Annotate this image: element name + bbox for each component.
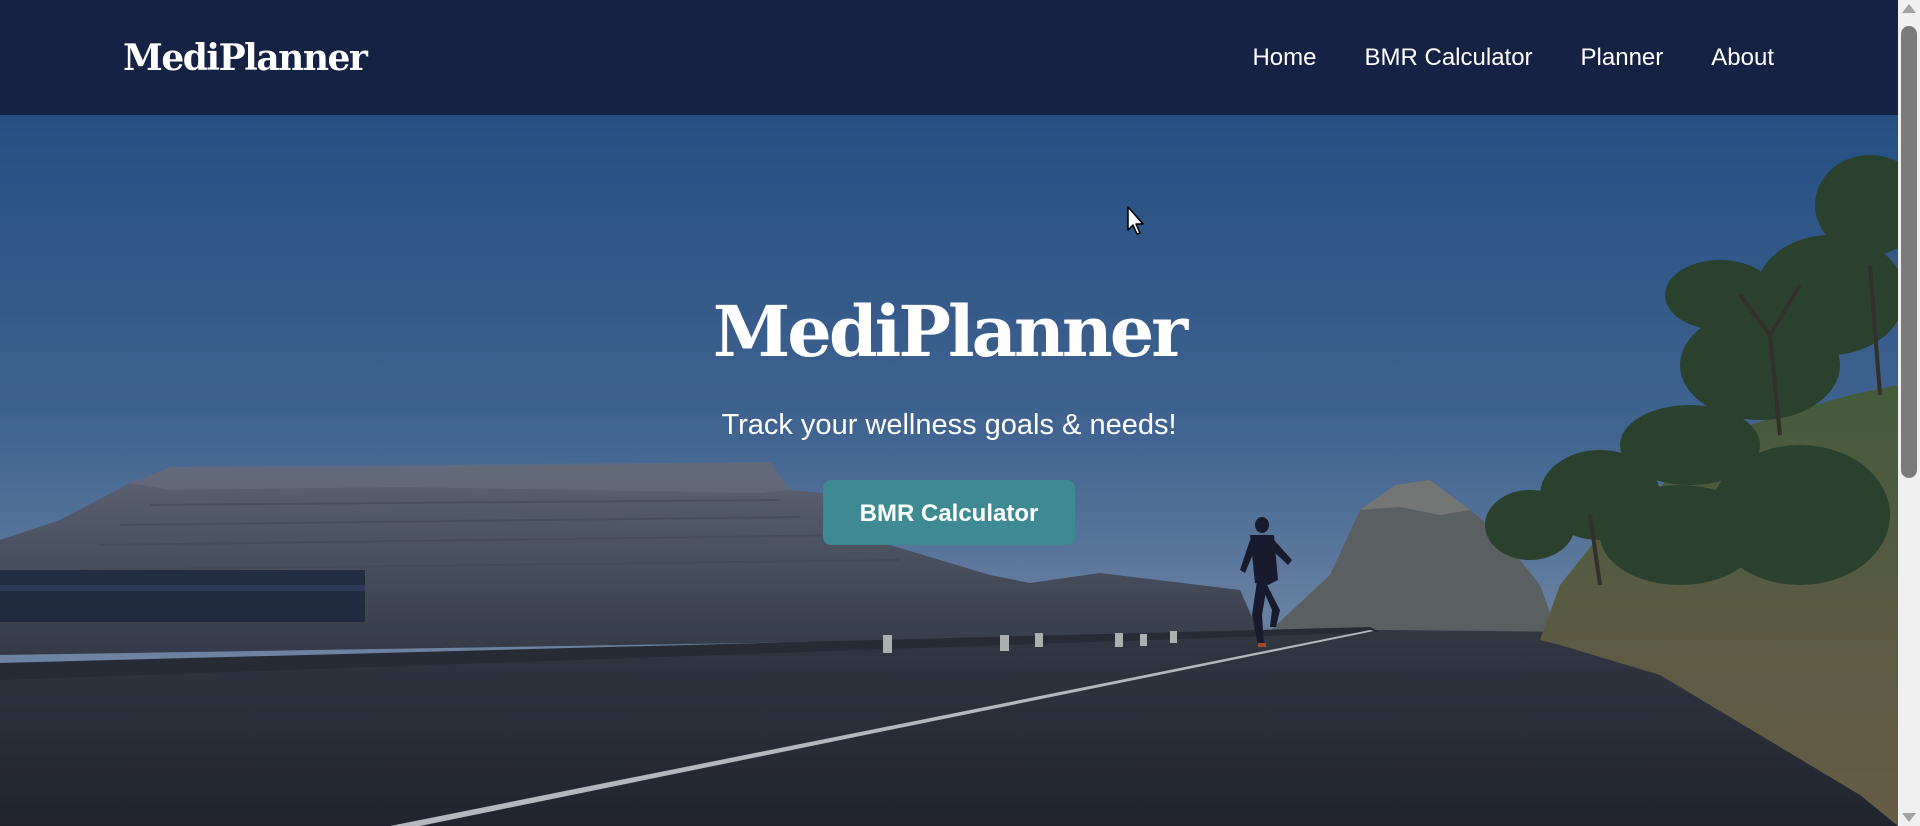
scroll-down-arrow-icon[interactable] bbox=[1902, 813, 1916, 822]
hero-section: MediPlanner Track your wellness goals & … bbox=[0, 115, 1898, 826]
hero-title: MediPlanner bbox=[712, 290, 1188, 373]
scrollbar-thumb[interactable] bbox=[1901, 26, 1917, 478]
hero-subtitle: Track your wellness goals & needs! bbox=[721, 409, 1177, 441]
nav-links: Home BMR Calculator Planner About bbox=[1252, 44, 1775, 72]
hero-content: MediPlanner Track your wellness goals & … bbox=[0, 297, 1898, 545]
vertical-scrollbar[interactable] bbox=[1898, 0, 1920, 826]
bmr-calculator-button[interactable]: BMR Calculator bbox=[823, 480, 1075, 545]
brand-logo[interactable]: MediPlanner bbox=[123, 37, 368, 79]
nav-item-planner[interactable]: Planner bbox=[1581, 44, 1664, 72]
nav-item-bmr-calculator[interactable]: BMR Calculator bbox=[1365, 44, 1533, 72]
nav-item-about[interactable]: About bbox=[1711, 44, 1774, 72]
page: MediPlanner Home BMR Calculator Planner … bbox=[0, 0, 1920, 826]
navbar: MediPlanner Home BMR Calculator Planner … bbox=[0, 0, 1898, 115]
nav-item-home[interactable]: Home bbox=[1252, 44, 1316, 72]
mouse-pointer-icon bbox=[1127, 206, 1144, 235]
scroll-up-arrow-icon[interactable] bbox=[1902, 4, 1916, 13]
